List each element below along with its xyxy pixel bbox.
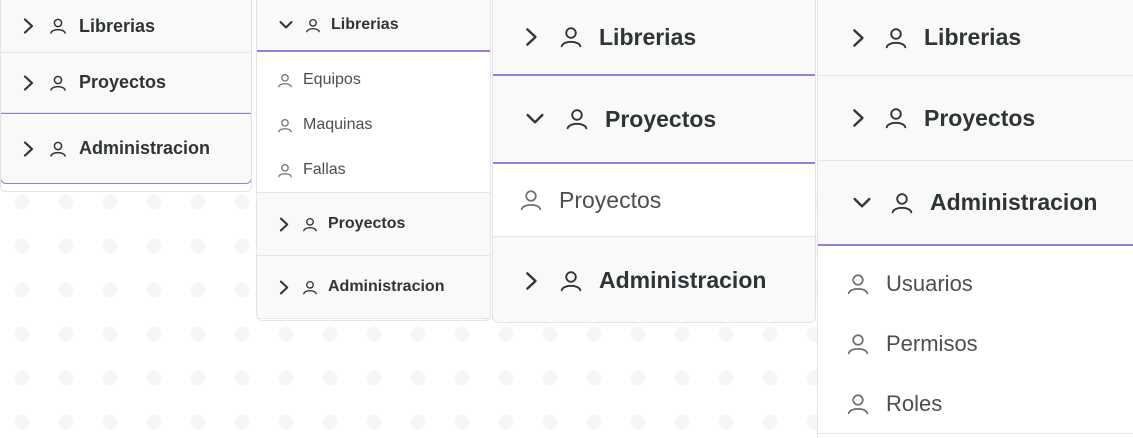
submenu-item-permisos[interactable]: Permisos [818, 314, 1133, 374]
menu-item-proyectos[interactable]: Proyectos [1, 53, 251, 113]
chevron-right-icon [525, 27, 539, 47]
user-icon [277, 73, 293, 88]
menu-item-label: Administracion [328, 278, 445, 295]
submenu-item-label: Permisos [886, 330, 978, 356]
menu-item-proyectos[interactable]: Proyectos [493, 76, 815, 164]
user-icon [519, 189, 543, 211]
chevron-down-icon [525, 111, 545, 127]
user-icon [559, 270, 583, 292]
user-icon [277, 163, 293, 178]
menu-item-proyectos[interactable]: Proyectos [257, 193, 490, 256]
menu-item-label: Proyectos [924, 104, 1036, 131]
chevron-right-icon [279, 217, 290, 232]
user-icon [884, 107, 908, 129]
menu-item-librerias[interactable]: Librerias [818, 0, 1133, 76]
user-icon [846, 333, 870, 355]
menu-item-label: Librerias [599, 23, 697, 50]
menu-item-label: Administracion [599, 267, 767, 293]
chevron-right-icon [23, 74, 35, 91]
chevron-right-icon [23, 140, 35, 157]
submenu-item-label: Roles [886, 390, 943, 416]
chevron-right-icon [23, 18, 35, 34]
chevron-right-icon [852, 28, 866, 48]
menu-item-label: Administracion [79, 138, 211, 158]
user-icon [565, 108, 589, 130]
user-icon [884, 27, 908, 49]
chevron-right-icon [279, 280, 290, 295]
user-icon [49, 18, 67, 34]
accordion-menu-collapsed: Librerias Proyectos Administracion [0, 0, 252, 192]
menu-item-label: Proyectos [328, 215, 406, 232]
chevron-right-icon [525, 271, 539, 291]
submenu-item-maquinas[interactable]: Maquinas [257, 103, 490, 148]
user-icon [890, 192, 914, 214]
submenu-item-label: Maquinas [303, 116, 373, 133]
menu-item-librerias[interactable]: Librerias [257, 0, 490, 52]
menu-item-administracion[interactable]: Administracion [493, 237, 815, 322]
accordion-menu-proyectos-open: Librerias Proyectos Proyectos Administra… [492, 0, 816, 323]
menu-item-label: Librerias [79, 15, 156, 36]
submenu-item-usuarios[interactable]: Usuarios [818, 246, 1133, 314]
submenu-item-roles[interactable]: Roles [818, 374, 1133, 434]
submenu-item-proyectos[interactable]: Proyectos [493, 164, 815, 237]
menu-item-librerias[interactable]: Librerias [493, 0, 815, 76]
menu-item-proyectos[interactable]: Proyectos [818, 76, 1133, 161]
accordion-menu-administracion-open: Librerias Proyectos Administracion Usuar… [817, 0, 1133, 438]
user-icon [305, 18, 321, 33]
chevron-down-icon [279, 19, 293, 31]
user-icon [302, 217, 318, 232]
chevron-right-icon [852, 108, 866, 128]
menu-item-label: Administracion [930, 189, 1098, 215]
user-icon [49, 141, 67, 157]
menu-item-administracion[interactable]: Administracion [818, 161, 1133, 246]
submenu-item-label: Fallas [303, 161, 346, 178]
menu-item-label: Proyectos [605, 105, 717, 132]
submenu-item-equipos[interactable]: Equipos [257, 52, 490, 103]
menu-item-label: Librerias [331, 16, 399, 33]
user-icon [846, 273, 870, 295]
submenu-item-label: Usuarios [886, 270, 973, 296]
user-icon [302, 280, 318, 295]
accordion-menu-librerias-open: Librerias Equipos Maquinas Fallas Proyec… [256, 0, 491, 321]
user-icon [846, 393, 870, 415]
chevron-down-icon [852, 195, 872, 211]
menu-item-label: Librerias [924, 24, 1022, 50]
menu-item-administracion[interactable]: Administracion [1, 113, 251, 184]
menu-item-label: Proyectos [79, 72, 167, 92]
user-icon [559, 26, 583, 48]
menu-item-librerias[interactable]: Librerias [1, 0, 251, 53]
menu-item-administracion[interactable]: Administracion [257, 256, 490, 319]
submenu-item-label: Equipos [303, 71, 361, 88]
submenu-item-fallas[interactable]: Fallas [257, 148, 490, 193]
user-icon [49, 75, 67, 91]
user-icon [277, 118, 293, 133]
submenu-item-label: Proyectos [559, 186, 662, 213]
